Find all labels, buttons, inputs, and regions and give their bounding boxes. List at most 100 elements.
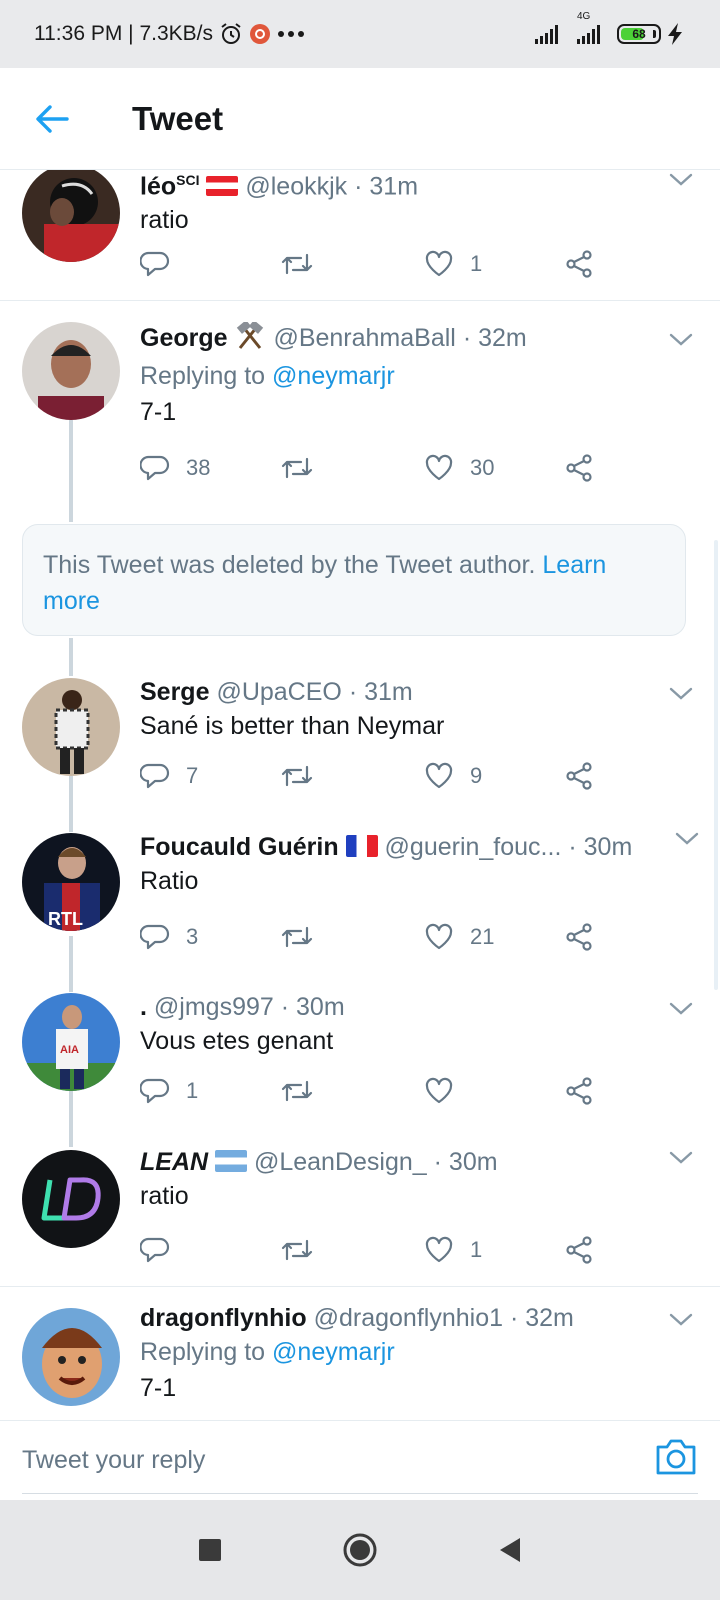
replying-to: Replying to @neymarjr	[140, 358, 700, 394]
retweet-button[interactable]	[280, 917, 314, 957]
reply-input[interactable]	[22, 1435, 622, 1485]
avatar[interactable]	[22, 1150, 120, 1248]
svg-text:RTL: RTL	[48, 909, 83, 929]
display-name[interactable]: George	[140, 324, 228, 352]
retweet-button[interactable]	[280, 244, 314, 284]
hammers-icon	[234, 322, 266, 358]
timestamp[interactable]: 31m	[364, 678, 413, 706]
tweet-header: dragonflynhio @dragonflynhio1 · 32m	[140, 1302, 700, 1334]
mention-link[interactable]: @neymarjr	[272, 362, 395, 390]
tweet-item[interactable]: Serge @UpaCEO · 31m Sané is better than …	[0, 676, 720, 831]
avatar[interactable]	[22, 322, 120, 420]
chevron-down-icon[interactable]	[668, 995, 694, 1021]
timestamp[interactable]: 31m	[369, 172, 418, 200]
tweet-text: ratio	[140, 1182, 189, 1210]
learn-more-line1[interactable]: Learn	[542, 551, 606, 579]
chevron-down-icon[interactable]	[668, 1144, 694, 1170]
tweet-item[interactable]: George @BenrahmaBall · 32m Replying to @…	[0, 300, 720, 520]
tweet-item[interactable]: dragonflynhio @dragonflynhio1 · 32m Repl…	[0, 1286, 720, 1420]
handle[interactable]: @leokkjk	[245, 172, 347, 200]
reply-composer	[0, 1420, 720, 1494]
reply-button[interactable]: 7	[140, 756, 198, 796]
timestamp[interactable]: 30m	[584, 833, 633, 861]
tweet-feed[interactable]: léoSCI @leokkjk · 31m ratio 1 George @Be…	[0, 170, 720, 1420]
like-button[interactable]	[424, 1071, 470, 1111]
like-count: 9	[470, 763, 483, 788]
handle[interactable]: @jmgs997	[154, 993, 274, 1021]
share-button[interactable]	[564, 448, 594, 488]
tweet-item[interactable]: AIA . @jmgs997 · 30m Vous etes genant 1	[0, 991, 720, 1146]
like-icon	[425, 1077, 453, 1104]
like-button[interactable]: 30	[424, 448, 494, 488]
like-count: 30	[470, 455, 495, 480]
replying-prefix: Replying to	[140, 1338, 266, 1366]
reply-button[interactable]	[140, 244, 186, 284]
share-button[interactable]	[564, 917, 594, 957]
chevron-down-icon[interactable]	[674, 825, 700, 851]
austria-flag-icon	[206, 176, 239, 197]
tweet-header: LEAN @LeanDesign_ · 30m	[140, 1146, 700, 1178]
like-button[interactable]: 1	[424, 1230, 482, 1270]
recents-button[interactable]	[190, 1530, 230, 1570]
tweet-item[interactable]: léoSCI @leokkjk · 31m ratio 1	[0, 170, 720, 300]
display-name[interactable]: léo	[140, 172, 176, 200]
timestamp[interactable]: 30m	[296, 993, 345, 1021]
avatar[interactable]	[22, 678, 120, 776]
retweet-button[interactable]	[280, 1071, 314, 1111]
reply-button[interactable]	[140, 1230, 186, 1270]
display-name[interactable]: .	[140, 993, 147, 1021]
chevron-down-icon[interactable]	[668, 170, 694, 192]
timestamp[interactable]: 32m	[525, 1304, 574, 1332]
avatar[interactable]: AIA	[22, 993, 120, 1091]
reply-button[interactable]: 38	[140, 448, 210, 488]
avatar[interactable]: RTL	[22, 833, 120, 931]
avatar[interactable]	[22, 1308, 120, 1406]
reply-button[interactable]: 1	[140, 1071, 198, 1111]
learn-more-line2[interactable]: more	[43, 587, 100, 615]
back-button[interactable]	[22, 89, 82, 149]
reply-button[interactable]: 3	[140, 917, 198, 957]
separator: ·	[509, 1304, 519, 1332]
chevron-down-icon[interactable]	[668, 1306, 694, 1332]
handle[interactable]: @BenrahmaBall	[273, 324, 455, 352]
avatar[interactable]	[22, 170, 120, 262]
retweet-icon	[281, 457, 313, 479]
handle[interactable]: @dragonflynhio1	[314, 1304, 503, 1332]
like-button[interactable]: 9	[424, 756, 482, 796]
retweet-button[interactable]	[280, 448, 314, 488]
retweet-button[interactable]	[280, 756, 314, 796]
like-count: 21	[470, 924, 495, 949]
retweet-button[interactable]	[280, 1230, 314, 1270]
share-button[interactable]	[564, 1071, 594, 1111]
camera-button[interactable]	[654, 1437, 698, 1477]
timestamp[interactable]: 32m	[478, 324, 527, 352]
handle[interactable]: @LeanDesign_	[254, 1148, 427, 1176]
timestamp[interactable]: 30m	[449, 1148, 498, 1176]
back-nav-button[interactable]	[490, 1530, 530, 1570]
like-button[interactable]: 21	[424, 917, 494, 957]
tweet-item[interactable]: RTL Foucauld Guérin @guerin_fouc... · 30…	[0, 831, 720, 991]
share-button[interactable]	[564, 244, 594, 284]
display-name[interactable]: LEAN	[140, 1148, 208, 1176]
display-name[interactable]: Serge	[140, 678, 209, 706]
home-button[interactable]	[340, 1530, 380, 1570]
handle[interactable]: @guerin_fouc...	[385, 833, 562, 861]
tweet-body: Foucauld Guérin @guerin_fouc... · 30m Ra…	[140, 831, 700, 899]
chevron-down-icon[interactable]	[668, 326, 694, 352]
retweet-icon	[281, 926, 313, 948]
mention-link[interactable]: @neymarjr	[272, 1338, 395, 1366]
reply-icon	[140, 1237, 170, 1263]
share-icon	[566, 762, 592, 790]
chevron-down-icon[interactable]	[668, 680, 694, 706]
share-icon	[566, 454, 592, 482]
share-button[interactable]	[564, 756, 594, 796]
display-name[interactable]: dragonflynhio	[140, 1304, 307, 1332]
share-button[interactable]	[564, 1230, 594, 1270]
handle[interactable]: @UpaCEO	[216, 678, 341, 706]
reply-count: 38	[186, 455, 211, 480]
share-icon	[566, 923, 592, 951]
replying-to: Replying to @neymarjr	[140, 1334, 700, 1370]
like-button[interactable]: 1	[424, 244, 482, 284]
display-name[interactable]: Foucauld Guérin	[140, 833, 339, 861]
tweet-item[interactable]: LEAN @LeanDesign_ · 30m ratio 1	[0, 1146, 720, 1286]
